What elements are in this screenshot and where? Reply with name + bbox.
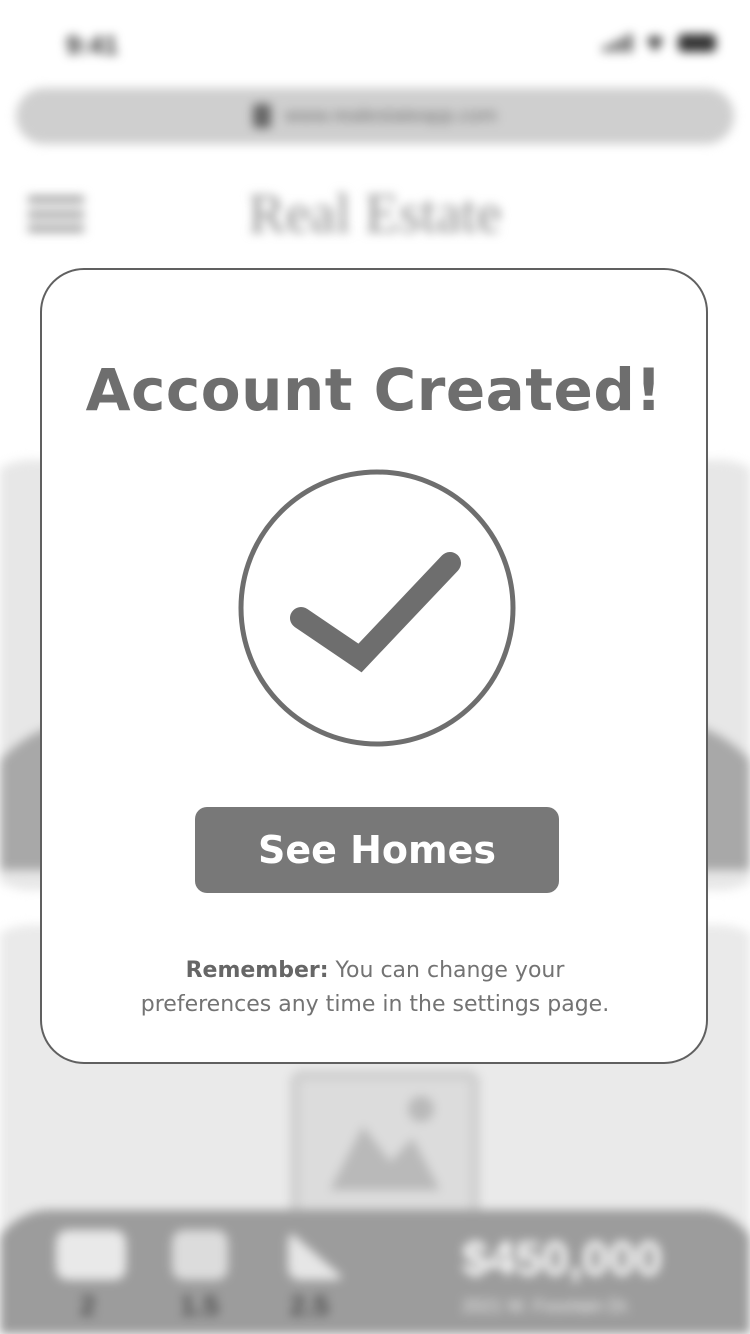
wifi-icon bbox=[644, 36, 666, 52]
bed-icon bbox=[56, 1230, 126, 1280]
beds-count: 2 bbox=[80, 1290, 96, 1321]
listing-address: 2021 W. Fountain Dr. bbox=[462, 1296, 632, 1316]
image-placeholder-icon bbox=[290, 1070, 480, 1230]
reminder-label: Remember: bbox=[185, 958, 329, 983]
reminder-text-line2: preferences any time in the settings pag… bbox=[140, 992, 610, 1017]
url-text: www.realestateapp.com bbox=[284, 104, 498, 127]
status-time: 9:41 bbox=[66, 30, 119, 60]
url-bar[interactable]: www.realestateapp.com bbox=[16, 88, 734, 144]
sun-icon bbox=[408, 1096, 434, 1122]
see-homes-button[interactable]: See Homes bbox=[195, 807, 559, 893]
reminder-text-line1: You can change your bbox=[328, 958, 565, 983]
reminder-note: Remember: You can change your preference… bbox=[82, 954, 668, 1022]
area-value: 2.5 bbox=[290, 1290, 329, 1321]
checkmark-circle-icon bbox=[238, 469, 516, 747]
status-icons bbox=[603, 34, 716, 52]
modal-title: Account Created! bbox=[85, 356, 663, 424]
battery-icon bbox=[678, 34, 716, 52]
app-title: Real Estate bbox=[248, 183, 502, 245]
lock-icon bbox=[252, 104, 271, 128]
status-bar: 9:41 bbox=[0, 0, 750, 90]
signal-icon bbox=[603, 34, 632, 52]
bath-icon bbox=[172, 1230, 228, 1280]
account-created-modal: Account Created! See Homes Remember: You… bbox=[40, 268, 708, 1064]
listing-price: $450,000 bbox=[462, 1233, 663, 1286]
baths-count: 1.5 bbox=[180, 1290, 219, 1321]
